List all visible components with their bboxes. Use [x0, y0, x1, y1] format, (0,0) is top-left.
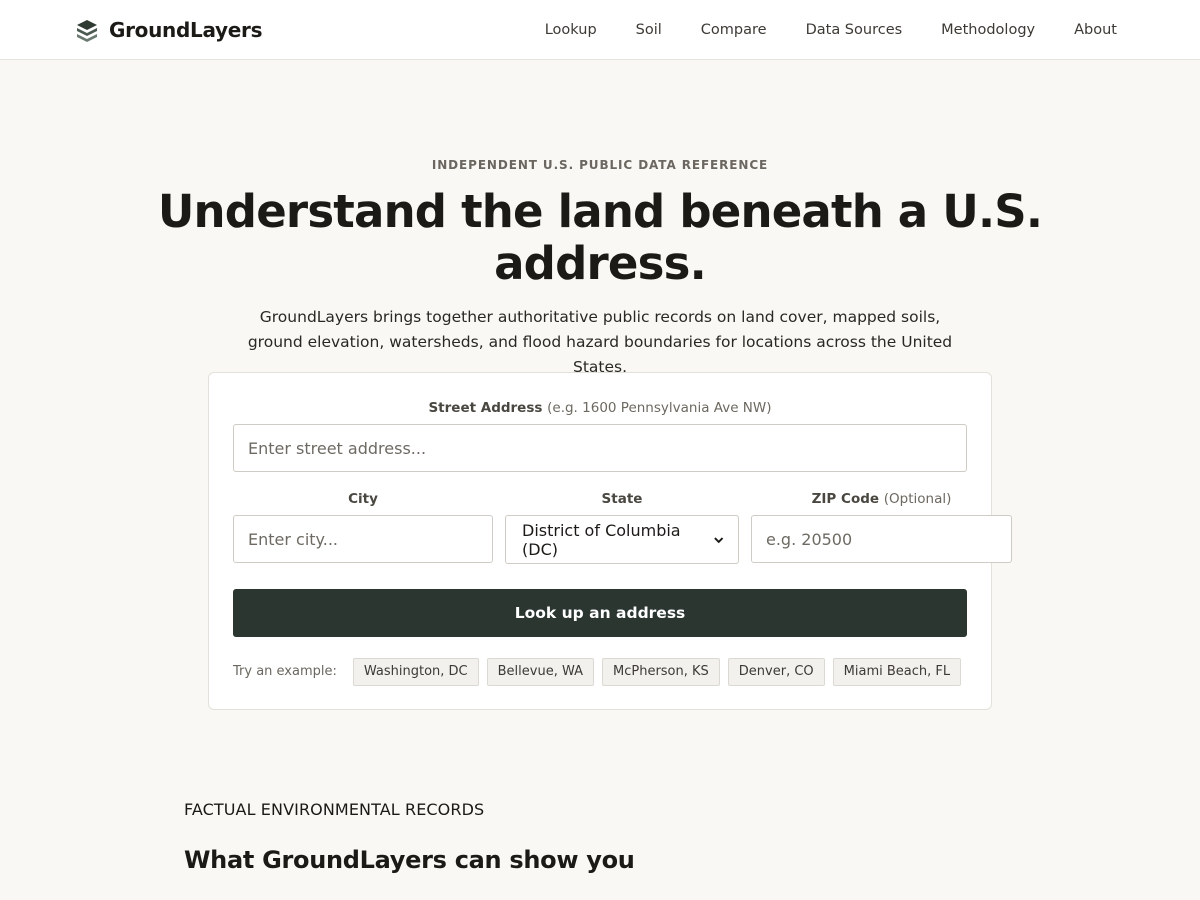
state-select[interactable]: District of Columbia (DC): [505, 515, 739, 564]
nav-compare[interactable]: Compare: [701, 22, 767, 38]
nav-soil[interactable]: Soil: [636, 22, 662, 38]
nav-methodology[interactable]: Methodology: [941, 22, 1035, 38]
nav-about[interactable]: About: [1074, 22, 1117, 38]
example-chip-mcpherson[interactable]: McPherson, KS: [602, 657, 720, 686]
examples-label: Try an example:: [233, 664, 337, 679]
site-header: GroundLayers Lookup Soil Compare Data So…: [0, 0, 1200, 60]
zip-input[interactable]: [751, 515, 1012, 563]
section-eyebrow: FACTUAL ENVIRONMENTAL RECORDS: [184, 800, 485, 819]
lookup-form-card: Street Address (e.g. 1600 Pennsylvania A…: [208, 372, 1012, 710]
street-address-input[interactable]: [233, 424, 967, 472]
hero-title: Understand the land beneath a U.S. addre…: [157, 185, 1043, 290]
lookup-submit-button[interactable]: Look up an address: [233, 589, 967, 637]
zip-label-text: ZIP Code: [811, 491, 880, 507]
street-address-label-text: Street Address: [428, 400, 543, 416]
zip-label: ZIP Code (Optional): [751, 491, 1012, 507]
section-title: What GroundLayers can show you: [184, 846, 635, 874]
chevron-down-icon: [713, 536, 723, 543]
example-chip-bellevue[interactable]: Bellevue, WA: [486, 657, 594, 686]
example-addresses: Try an example: Washington, DC Bellevue,…: [233, 657, 962, 686]
logo-link[interactable]: GroundLayers: [75, 16, 263, 44]
hero-subtitle: GroundLayers brings together authoritati…: [247, 308, 953, 376]
main-nav: Lookup Soil Compare Data Sources Methodo…: [545, 0, 1117, 59]
nav-lookup[interactable]: Lookup: [545, 22, 597, 38]
layers-stack-icon: [77, 20, 97, 42]
hero-eyebrow: INDEPENDENT U.S. PUBLIC DATA REFERENCE: [431, 158, 769, 172]
example-chip-denver[interactable]: Denver, CO: [727, 657, 825, 686]
state-label: State: [601, 491, 643, 507]
street-address-label: Street Address (e.g. 1600 Pennsylvania A…: [233, 400, 967, 416]
zip-hint: (Optional): [883, 491, 952, 507]
state-select-value: District of Columbia (DC): [522, 520, 681, 559]
city-input[interactable]: [233, 515, 493, 563]
example-chip-washington[interactable]: Washington, DC: [352, 657, 479, 686]
example-chip-miami-beach[interactable]: Miami Beach, FL: [832, 657, 962, 686]
street-address-hint: (e.g. 1600 Pennsylvania Ave NW): [547, 400, 772, 416]
logo-text: GroundLayers: [109, 18, 263, 42]
nav-data-sources[interactable]: Data Sources: [806, 22, 903, 38]
city-label: City: [348, 491, 378, 507]
